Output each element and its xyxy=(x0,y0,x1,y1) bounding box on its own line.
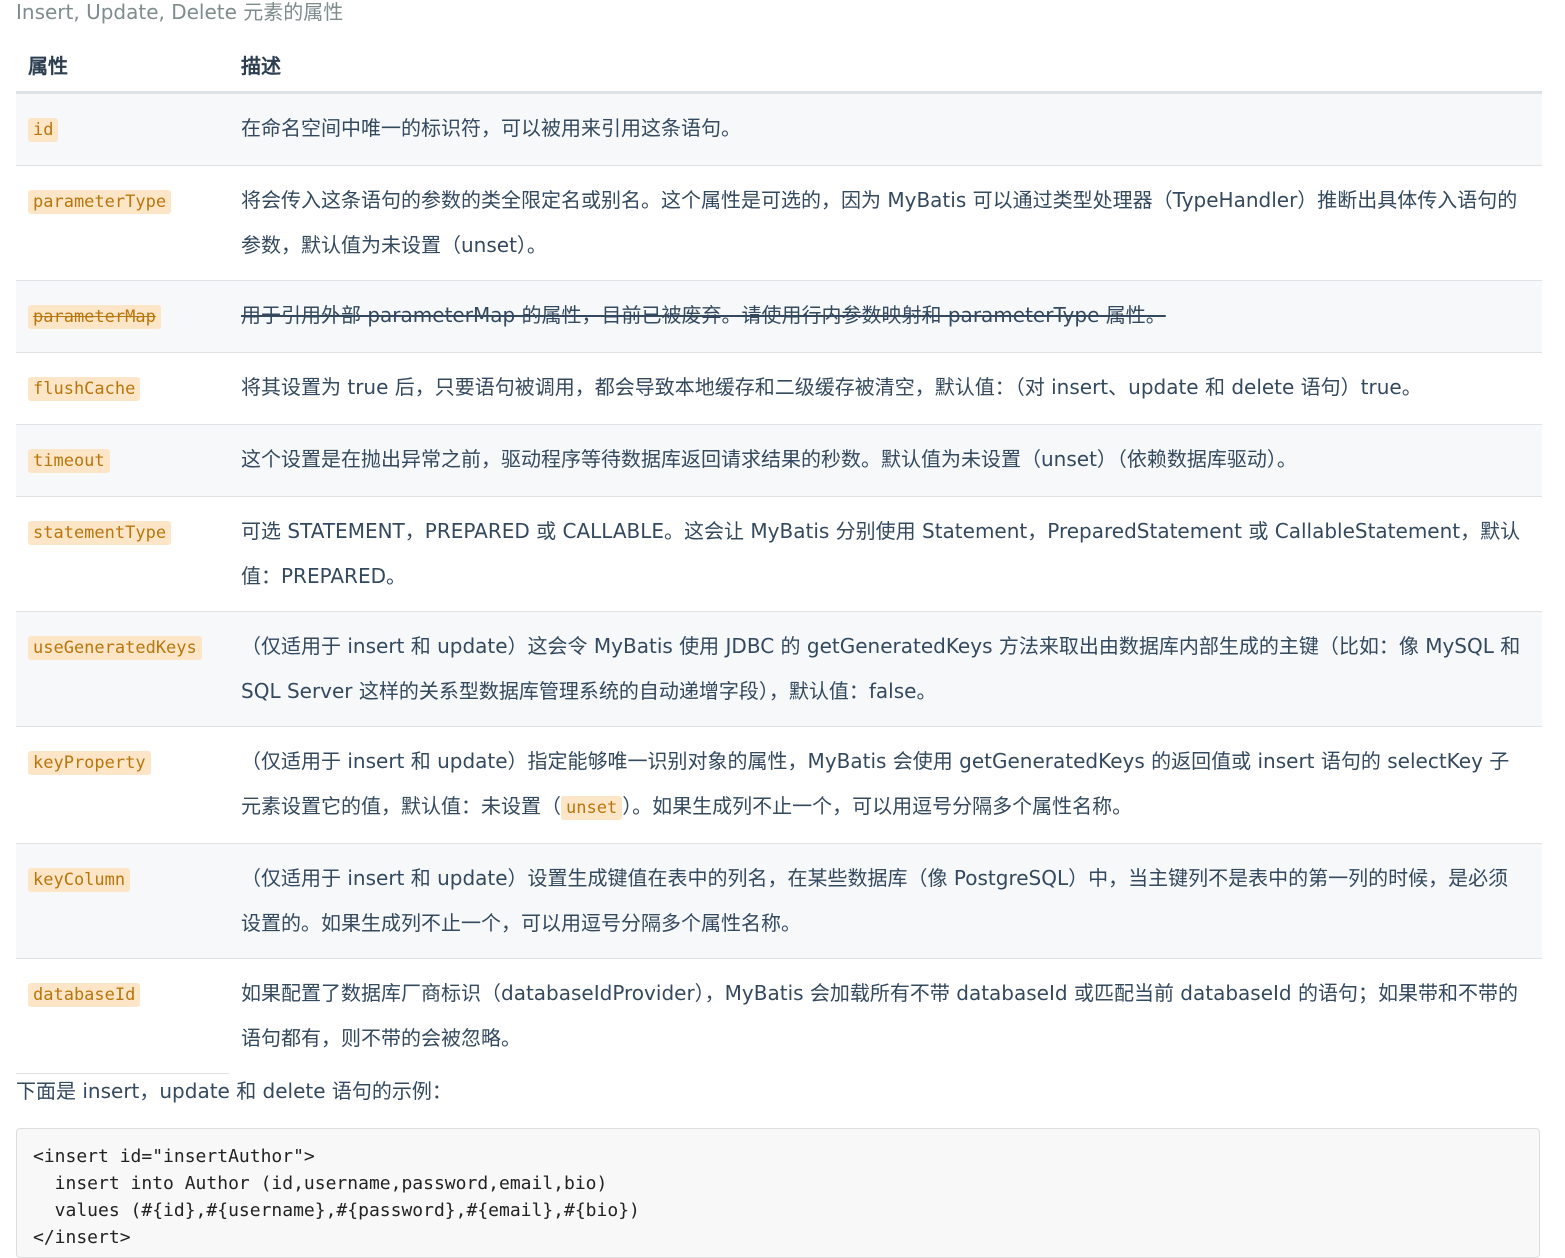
table-row-parameterMap: parameterMap 用于引用外部 parameterMap 的属性，目前已… xyxy=(16,280,1542,353)
attr-name: parameterType xyxy=(28,190,172,214)
inline-code-unset: unset xyxy=(561,796,623,820)
attr-name: keyProperty xyxy=(28,751,151,775)
attr-name-cell: databaseId xyxy=(16,958,229,1074)
table-row-flushCache: flushCache 将其设置为 true 后，只要语句被调用，都会导致本地缓存… xyxy=(16,352,1542,425)
table-caption: Insert, Update, Delete 元素的属性 xyxy=(16,0,344,24)
attr-name-cell: keyColumn xyxy=(16,843,229,959)
attr-desc-cell: 这个设置是在抛出异常之前，驱动程序等待数据库返回请求结果的秒数。默认值为未设置（… xyxy=(229,424,1542,497)
header-attribute: 属性 xyxy=(16,38,229,94)
attr-desc: （仅适用于 insert 和 update）设置生成键值在表中的列名，在某些数据… xyxy=(241,866,1509,935)
attr-desc: 这个设置是在抛出异常之前，驱动程序等待数据库返回请求结果的秒数。默认值为未设置（… xyxy=(241,447,1297,471)
table-row-keyColumn: keyColumn （仅适用于 insert 和 update）设置生成键值在表… xyxy=(16,843,1542,959)
attr-desc: 如果配置了数据库厂商标识（databaseIdProvider），MyBatis… xyxy=(241,981,1518,1050)
attr-desc: 可选 STATEMENT，PREPARED 或 CALLABLE。这会让 MyB… xyxy=(241,519,1521,588)
attr-desc-cell: （仅适用于 insert 和 update）这会令 MyBatis 使用 JDB… xyxy=(229,611,1542,727)
attr-name-cell: keyProperty xyxy=(16,726,229,844)
attr-desc-cell: 将其设置为 true 后，只要语句被调用，都会导致本地缓存和二级缓存被清空，默认… xyxy=(229,352,1542,425)
attr-desc-cell: （仅适用于 insert 和 update）设置生成键值在表中的列名，在某些数据… xyxy=(229,843,1542,959)
attr-name: timeout xyxy=(28,449,110,473)
attr-name: keyColumn xyxy=(28,868,131,892)
code-example-block[interactable]: <insert id="insertAuthor"> insert into A… xyxy=(16,1128,1540,1258)
attr-desc: 用于引用外部 parameterMap 的属性，目前已被废弃。请使用行内参数映射… xyxy=(241,303,1166,327)
table-row-databaseId: databaseId 如果配置了数据库厂商标识（databaseIdProvid… xyxy=(16,958,1542,1074)
table-row-keyProperty: keyProperty （仅适用于 insert 和 update）指定能够唯一… xyxy=(16,726,1542,844)
attr-name-cell: parameterMap xyxy=(16,280,229,353)
attr-desc-cell: 用于引用外部 parameterMap 的属性，目前已被废弃。请使用行内参数映射… xyxy=(229,280,1542,353)
attr-name: flushCache xyxy=(28,377,141,401)
header-description: 描述 xyxy=(229,38,1542,94)
attr-name: databaseId xyxy=(28,983,141,1007)
code-example: <insert id="insertAuthor"> insert into A… xyxy=(33,1146,640,1248)
attr-desc-cell: 将会传入这条语句的参数的类全限定名或别名。这个属性是可选的，因为 MyBatis… xyxy=(229,165,1542,281)
attr-name-cell: timeout xyxy=(16,424,229,497)
attr-desc: （仅适用于 insert 和 update）这会令 MyBatis 使用 JDB… xyxy=(241,634,1521,703)
attr-name-cell: id xyxy=(16,92,229,166)
attributes-table: 属性 描述 id 在命名空间中唯一的标识符，可以被用来引用这条语句。 param… xyxy=(16,38,1542,1074)
table-row-timeout: timeout 这个设置是在抛出异常之前，驱动程序等待数据库返回请求结果的秒数。… xyxy=(16,424,1542,497)
attr-name: useGeneratedKeys xyxy=(28,636,202,660)
attr-name-cell: parameterType xyxy=(16,165,229,281)
attr-desc-cell: 在命名空间中唯一的标识符，可以被用来引用这条语句。 xyxy=(229,92,1542,166)
table-row-parameterType: parameterType 将会传入这条语句的参数的类全限定名或别名。这个属性是… xyxy=(16,165,1542,281)
attr-desc-cell: 可选 STATEMENT，PREPARED 或 CALLABLE。这会让 MyB… xyxy=(229,496,1542,612)
attr-name-cell: flushCache xyxy=(16,352,229,425)
attr-name-cell: statementType xyxy=(16,496,229,612)
attr-desc: 在命名空间中唯一的标识符，可以被用来引用这条语句。 xyxy=(241,116,741,140)
attr-desc: 将会传入这条语句的参数的类全限定名或别名。这个属性是可选的，因为 MyBatis… xyxy=(241,188,1518,257)
table-row-useGeneratedKeys: useGeneratedKeys （仅适用于 insert 和 update）这… xyxy=(16,611,1542,727)
attr-name: parameterMap xyxy=(28,305,161,329)
attr-desc: 将其设置为 true 后，只要语句被调用，都会导致本地缓存和二级缓存被清空，默认… xyxy=(241,375,1422,399)
attr-name: statementType xyxy=(28,521,172,545)
attr-name-cell: useGeneratedKeys xyxy=(16,611,229,727)
example-intro-text: 下面是 insert，update 和 delete 语句的示例： xyxy=(16,1079,452,1103)
table-row-statementType: statementType 可选 STATEMENT，PREPARED 或 CA… xyxy=(16,496,1542,612)
attr-desc-part: ）。如果生成列不止一个，可以用逗号分隔多个属性名称。 xyxy=(622,794,1133,818)
table-row-id: id 在命名空间中唯一的标识符，可以被用来引用这条语句。 xyxy=(16,92,1542,166)
attr-desc-cell: （仅适用于 insert 和 update）指定能够唯一识别对象的属性，MyBa… xyxy=(229,726,1542,844)
attr-name: id xyxy=(28,118,59,142)
attr-desc-cell: 如果配置了数据库厂商标识（databaseIdProvider），MyBatis… xyxy=(229,958,1542,1073)
table-header-row: 属性 描述 xyxy=(16,38,1542,94)
